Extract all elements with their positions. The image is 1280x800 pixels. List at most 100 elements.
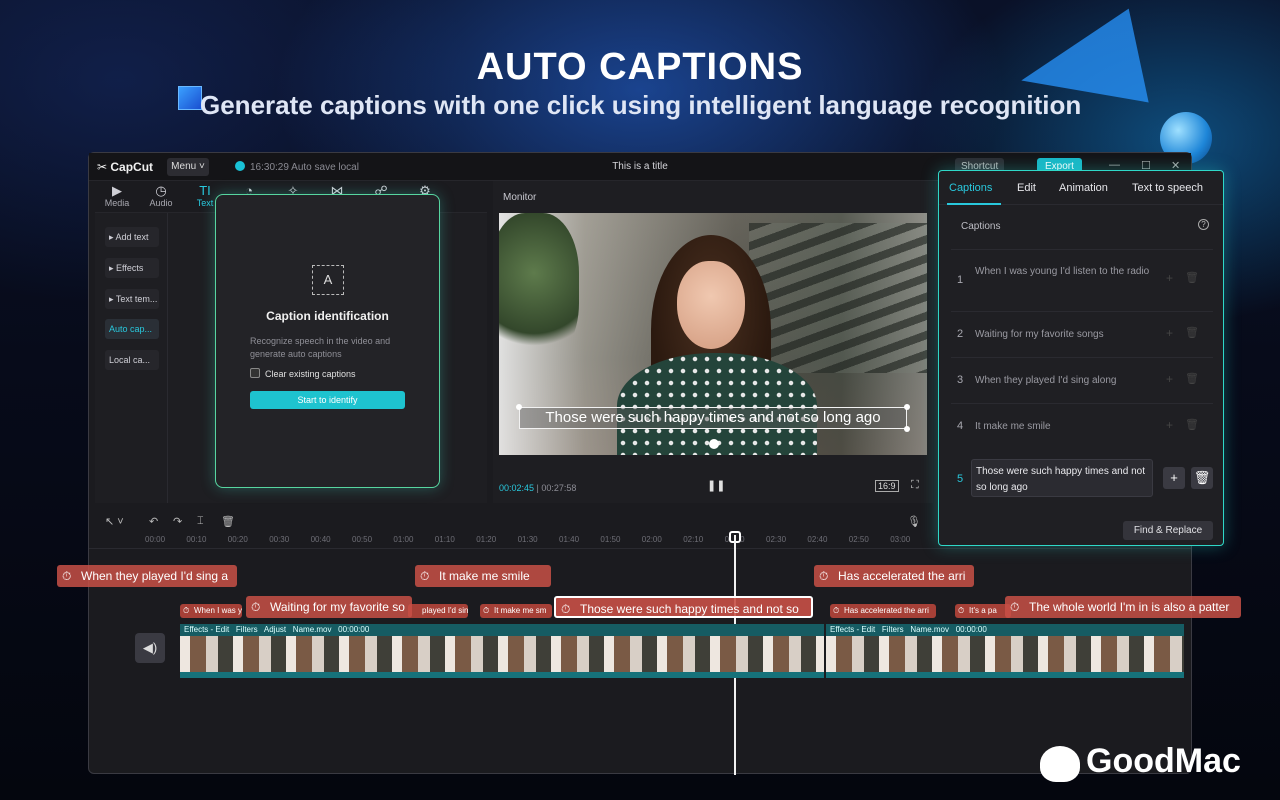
- add-icon[interactable]: +: [1166, 271, 1173, 285]
- track-label: Effects - Edit: [184, 625, 230, 634]
- captions-tabs: Captions Edit Animation Text to speech: [939, 171, 1223, 205]
- caption-clip[interactable]: ⏱ It make me smile: [415, 565, 551, 587]
- tab-captions[interactable]: Captions: [949, 182, 992, 194]
- timeline-tick: 00:50: [352, 535, 373, 544]
- trash-icon[interactable]: 🗑: [1185, 271, 1199, 284]
- caption-clip-icon: ⏱: [958, 606, 965, 615]
- tab-animation[interactable]: Animation: [1059, 182, 1108, 194]
- tab-text-to-speech[interactable]: Text to speech: [1132, 182, 1203, 194]
- caption-clip-icon: ⏱: [561, 602, 571, 616]
- total-time: 00:27:58: [541, 483, 577, 493]
- media-icon: ▶: [112, 183, 122, 198]
- microphone-icon[interactable]: 🎙: [907, 515, 921, 528]
- tab-edit[interactable]: Edit: [1017, 182, 1036, 194]
- watermark: GoodMac: [1086, 742, 1241, 780]
- add-icon[interactable]: +: [1166, 326, 1173, 340]
- rotate-icon[interactable]: [709, 439, 719, 449]
- find-replace-button[interactable]: Find & Replace: [1123, 521, 1213, 540]
- tool-audio-label: Audio: [149, 198, 173, 208]
- sidebar-item-text-templates[interactable]: ▸ Text tem...: [105, 289, 159, 309]
- checkbox-icon[interactable]: [250, 368, 260, 378]
- caption-clip-text: Has accelerated the arri: [838, 569, 966, 583]
- caption-row[interactable]: 3 When they played I'd sing along + 🗑: [951, 357, 1213, 403]
- caption-clip[interactable]: ⏱ The whole world I'm in is also a patter: [1005, 596, 1241, 618]
- sidebar-item-effects[interactable]: ▸ Effects: [105, 258, 159, 278]
- timeline-tick: 00:40: [310, 535, 331, 544]
- timeline-tick: 00:30: [269, 535, 290, 544]
- caption-clip-icon: ⏱: [1010, 600, 1020, 614]
- add-caption-button[interactable]: +: [1163, 467, 1185, 489]
- split-icon[interactable]: ⌶: [197, 515, 204, 528]
- video-caption-box[interactable]: Those were such happy times and not so l…: [519, 407, 907, 429]
- timeline-tick: 03:00: [890, 535, 911, 544]
- caption-clip-small[interactable]: ⏱ Has accelerated the arri: [830, 604, 936, 618]
- caption-row-text[interactable]: When I was young I'd listen to the radio: [975, 264, 1155, 280]
- timeline-tick: 01:10: [434, 535, 455, 544]
- add-icon[interactable]: +: [1166, 372, 1173, 386]
- sidebar-divider: [167, 213, 168, 503]
- timeline-tick: 02:10: [683, 535, 704, 544]
- pause-icon[interactable]: ❚❚: [707, 479, 725, 492]
- sidebar-item-add-text[interactable]: ▸ Add text: [105, 227, 159, 247]
- timeline-tick: 02:40: [807, 535, 828, 544]
- add-icon[interactable]: +: [1166, 418, 1173, 432]
- caption-clip-small[interactable]: ⏱ It's a pa: [955, 604, 1011, 618]
- resize-handle[interactable]: [904, 404, 910, 410]
- caption-row[interactable]: 1 When I was young I'd listen to the rad…: [951, 249, 1213, 309]
- fullscreen-icon[interactable]: ⛶: [911, 479, 919, 492]
- timeline-tick: 02:30: [766, 535, 787, 544]
- video-clip[interactable]: [826, 636, 1184, 678]
- video-clip[interactable]: [180, 636, 824, 678]
- caption-clip[interactable]: ⏱ When they played I'd sing a: [57, 565, 237, 587]
- select-tool-icon[interactable]: ↖ ˅: [105, 515, 124, 528]
- start-identify-button[interactable]: Start to identify: [250, 391, 405, 409]
- caption-clip-text: When they played I'd sing a: [81, 569, 229, 583]
- track-label: 00:00:00: [955, 625, 987, 634]
- volume-icon[interactable]: ◀): [135, 633, 165, 663]
- caption-row-number: 2: [957, 328, 964, 340]
- trash-icon[interactable]: 🗑: [1185, 418, 1199, 431]
- sidebar-item-local-captions[interactable]: Local ca...: [105, 350, 159, 370]
- caption-clip-small[interactable]: ⏱ It make me sm: [480, 604, 552, 618]
- caption-clip-text: Those were such happy times and not so: [580, 602, 799, 616]
- caption-row[interactable]: 2 Waiting for my favorite songs + 🗑: [951, 311, 1213, 357]
- caption-clip-selected[interactable]: ⏱ Those were such happy times and not so: [554, 596, 813, 618]
- caption-row-text[interactable]: Waiting for my favorite songs: [975, 327, 1155, 343]
- caption-edit-field[interactable]: Those were such happy times and not so l…: [971, 459, 1153, 497]
- hero-square-decoration: [178, 86, 202, 110]
- trash-icon[interactable]: 🗑: [1185, 372, 1199, 385]
- caption-row-active[interactable]: 5 Those were such happy times and not so…: [951, 459, 1213, 505]
- delete-caption-button[interactable]: 🗑: [1191, 467, 1213, 489]
- tool-media[interactable]: ▶ Media: [95, 181, 139, 212]
- video-track-header[interactable]: Effects - Edit Filters Adjust Name.mov 0…: [180, 624, 824, 636]
- redo-icon[interactable]: ↷: [173, 515, 182, 528]
- track-label: Filters: [881, 625, 904, 634]
- caption-row-number: 5: [957, 473, 964, 485]
- caption-clip-text: It's a pa: [969, 606, 997, 615]
- help-icon[interactable]: ?: [1198, 219, 1209, 230]
- caption-row[interactable]: 4 It make me smile + 🗑: [951, 403, 1213, 449]
- video-track-header[interactable]: Effects - Edit Filters Name.mov 00:00:00: [826, 624, 1184, 636]
- stairs-shape: [749, 223, 927, 373]
- caption-row-text[interactable]: When they played I'd sing along: [975, 373, 1155, 389]
- undo-icon[interactable]: ↶: [149, 515, 158, 528]
- timeline-tick: 01:50: [600, 535, 621, 544]
- aspect-ratio-button[interactable]: 16:9: [875, 480, 899, 492]
- resize-handle[interactable]: [904, 426, 910, 432]
- video-preview[interactable]: Those were such happy times and not so l…: [499, 213, 927, 455]
- tool-audio[interactable]: ◷ Audio: [139, 181, 183, 212]
- caption-card-title: Caption identification: [266, 309, 389, 323]
- caption-clip[interactable]: ⏱ Waiting for my favorite so: [246, 596, 412, 618]
- active-tab-indicator: [947, 203, 1001, 205]
- caption-clip-small[interactable]: played I'd sing: [408, 604, 468, 618]
- delete-icon[interactable]: 🗑: [221, 515, 235, 528]
- caption-clip-small[interactable]: ⏱ When I was y: [180, 604, 242, 618]
- caption-row-text[interactable]: It make me smile: [975, 419, 1155, 435]
- caption-clip[interactable]: ⏱ Has accelerated the arri: [814, 565, 974, 587]
- sidebar-item-auto-captions[interactable]: Auto cap...: [105, 319, 159, 339]
- trash-icon[interactable]: 🗑: [1185, 326, 1199, 339]
- caption-clip-icon: ⏱: [819, 569, 829, 583]
- monitor-label: Monitor: [503, 192, 537, 203]
- clear-captions-checkbox[interactable]: Clear existing captions: [250, 368, 356, 379]
- resize-handle[interactable]: [516, 404, 522, 410]
